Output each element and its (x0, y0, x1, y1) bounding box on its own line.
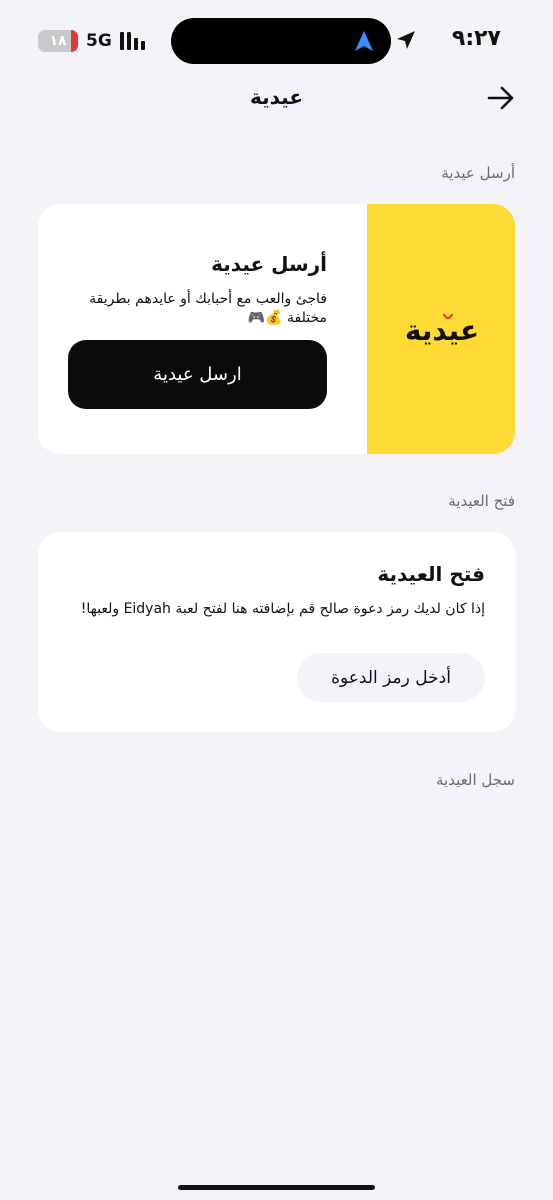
open-section-label: فتح العيدية (448, 492, 515, 510)
send-eidiya-card: عيدية أرسل عيدية فاجئ والعب مع أحبابك أو… (38, 204, 515, 454)
send-card-description: فاجئ والعب مع أحبابك أو عايدهم بطريقة مخ… (89, 291, 327, 326)
dynamic-island (171, 18, 391, 64)
location-arrow-icon (397, 31, 415, 49)
send-section-label: أرسل عيدية (441, 164, 515, 182)
svg-text:عيدية: عيدية (405, 314, 479, 347)
open-card-title: فتح العيدية (377, 562, 485, 586)
arrow-right-icon[interactable] (487, 86, 515, 110)
status-time: ٩:٢٧ (451, 26, 501, 51)
send-eidiya-button[interactable]: ارسل عيدية (68, 340, 327, 409)
battery-icon: ١٨ (38, 30, 78, 52)
signal-bars-icon (120, 32, 145, 50)
open-eidiya-card: فتح العيدية إذا كان لديك رمز دعوة صالح ق… (38, 532, 515, 732)
brand-panel: عيدية (367, 204, 515, 454)
battery-percent: ١٨ (49, 33, 67, 49)
enter-invite-code-button[interactable]: أدخل رمز الدعوة (297, 653, 485, 702)
status-bar: ٩:٢٧ 5G ١٨ (0, 0, 553, 80)
send-card-title: أرسل عيدية (211, 252, 327, 276)
home-indicator (178, 1185, 375, 1190)
navigation-arrow-icon (355, 31, 373, 51)
open-card-description: إذا كان لديك رمز دعوة صالح قم بإضافته هن… (80, 601, 485, 617)
eidiya-logo: عيدية (405, 313, 479, 347)
network-type: 5G (86, 31, 112, 51)
history-section-label: سجل العيدية (436, 771, 515, 789)
page-title: عيدية (249, 85, 304, 109)
